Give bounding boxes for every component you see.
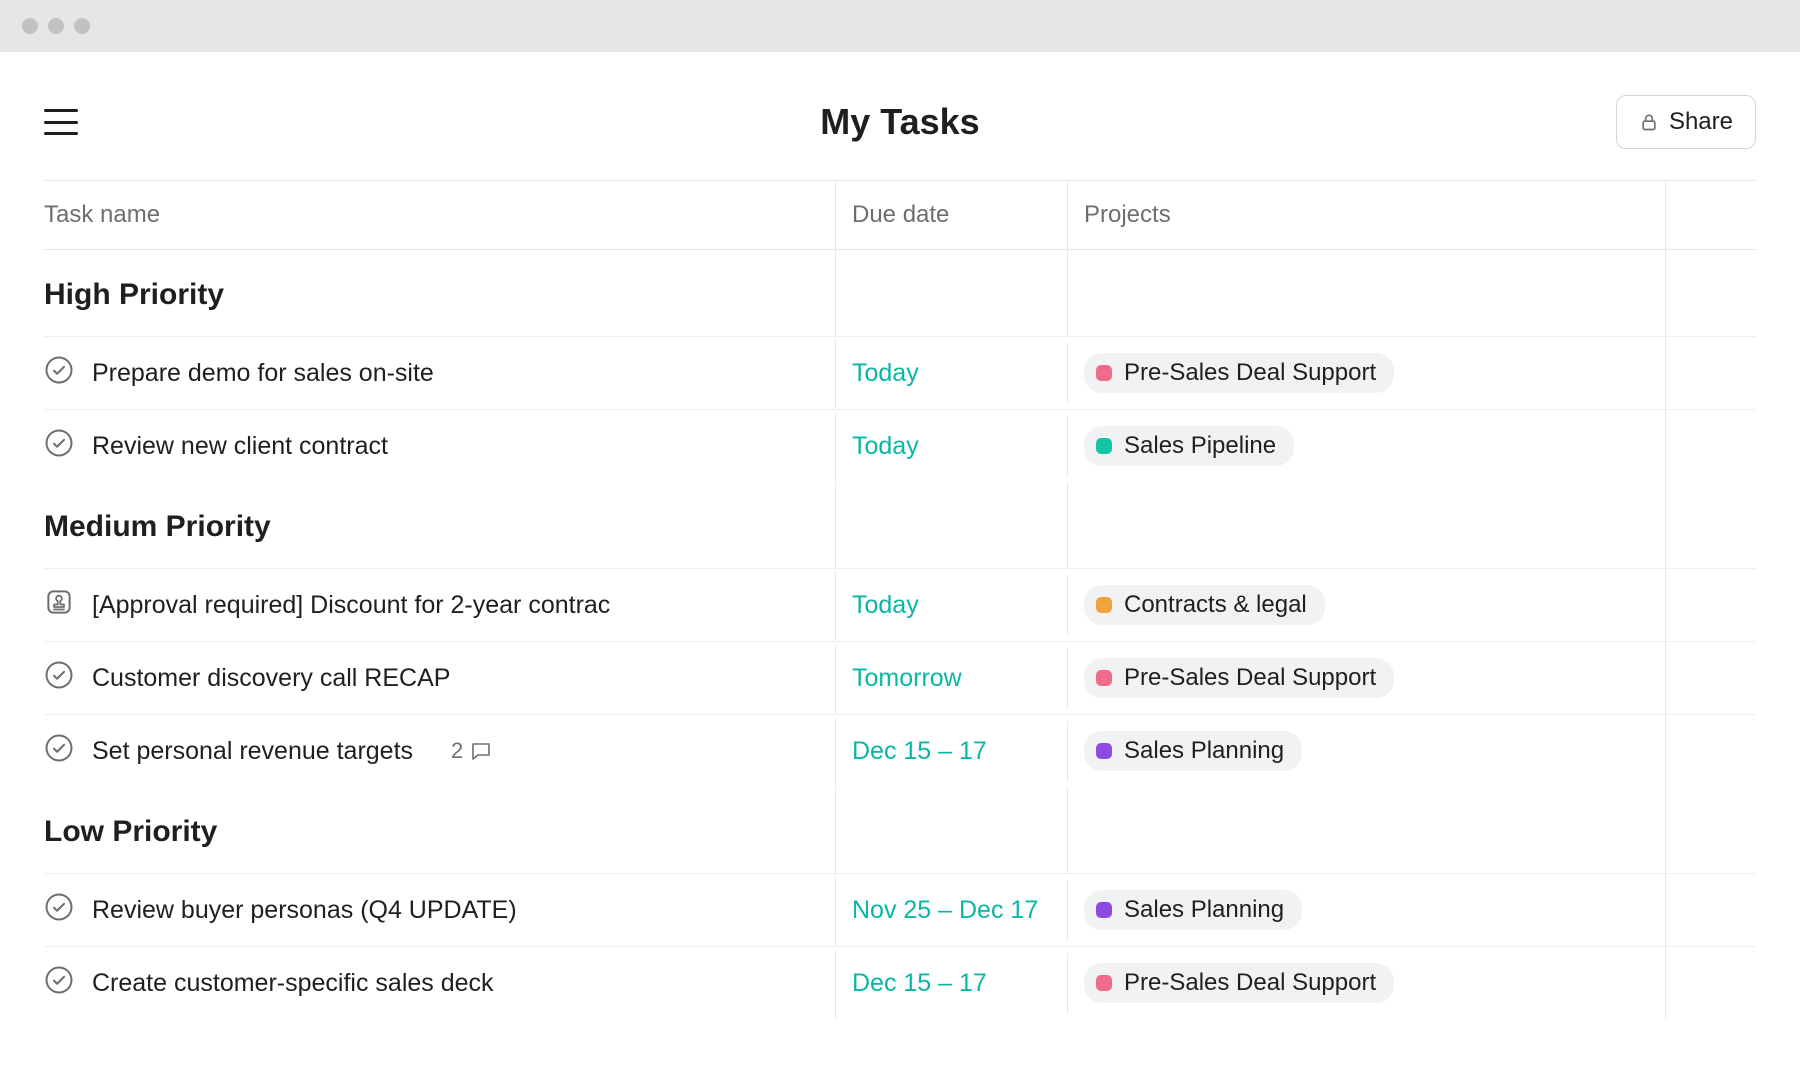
project-pill[interactable]: Sales Planning <box>1084 890 1302 930</box>
complete-toggle[interactable] <box>44 892 74 929</box>
col-due-date[interactable]: Due date <box>836 181 1068 249</box>
project-label: Contracts & legal <box>1124 591 1307 619</box>
row-extra <box>1666 735 1756 767</box>
row-extra <box>1666 357 1756 389</box>
comment-count[interactable]: 2 <box>451 738 493 764</box>
section-title: Low Priority <box>44 815 217 848</box>
task-row[interactable]: Review new client contract Today Sales P… <box>44 409 1756 482</box>
task-name: Review new client contract <box>92 432 388 461</box>
project-pill[interactable]: Pre-Sales Deal Support <box>1084 963 1394 1003</box>
task-row[interactable]: [Approval required] Discount for 2-year … <box>44 568 1756 641</box>
share-label: Share <box>1669 108 1733 136</box>
comment-count-value: 2 <box>451 738 463 764</box>
due-date[interactable]: Nov 25 – Dec 17 <box>836 880 1068 941</box>
project-pill[interactable]: Sales Pipeline <box>1084 426 1294 466</box>
check-circle-icon <box>44 660 74 690</box>
complete-toggle[interactable] <box>44 428 74 465</box>
due-date[interactable]: Dec 15 – 17 <box>836 953 1068 1014</box>
complete-toggle[interactable] <box>44 660 74 697</box>
project-label: Pre-Sales Deal Support <box>1124 664 1376 692</box>
traffic-light-close-icon[interactable] <box>22 18 38 34</box>
share-button[interactable]: Share <box>1616 95 1756 149</box>
task-name: Create customer-specific sales deck <box>92 969 494 998</box>
menu-icon[interactable] <box>44 109 78 135</box>
project-color-icon <box>1096 975 1112 991</box>
project-color-icon <box>1096 597 1112 613</box>
due-date[interactable]: Today <box>836 416 1068 477</box>
project-color-icon <box>1096 902 1112 918</box>
task-name: Set personal revenue targets <box>92 737 413 766</box>
task-name: Review buyer personas (Q4 UPDATE) <box>92 896 517 925</box>
section-header[interactable]: Low Priority <box>44 787 1756 873</box>
check-circle-icon <box>44 892 74 922</box>
due-date[interactable]: Dec 15 – 17 <box>836 721 1068 782</box>
project-color-icon <box>1096 438 1112 454</box>
complete-toggle[interactable] <box>44 587 74 624</box>
project-label: Sales Pipeline <box>1124 432 1276 460</box>
project-label: Sales Planning <box>1124 896 1284 924</box>
check-circle-icon <box>44 733 74 763</box>
task-name: [Approval required] Discount for 2-year … <box>92 591 610 620</box>
due-date[interactable]: Today <box>836 575 1068 636</box>
task-row[interactable]: Create customer-specific sales deck Dec … <box>44 946 1756 1019</box>
project-label: Pre-Sales Deal Support <box>1124 359 1376 387</box>
project-label: Pre-Sales Deal Support <box>1124 969 1376 997</box>
page-header: My Tasks Share <box>44 92 1756 152</box>
project-color-icon <box>1096 670 1112 686</box>
comment-icon <box>469 739 493 763</box>
section-header[interactable]: High Priority <box>44 250 1756 336</box>
row-extra <box>1666 894 1756 926</box>
section-header[interactable]: Medium Priority <box>44 482 1756 568</box>
section-title: High Priority <box>44 278 224 311</box>
task-row[interactable]: Customer discovery call RECAP Tomorrow P… <box>44 641 1756 714</box>
project-pill[interactable]: Pre-Sales Deal Support <box>1084 353 1394 393</box>
page-title: My Tasks <box>820 101 979 143</box>
row-extra <box>1666 430 1756 462</box>
task-table: Task name Due date Projects High Priorit… <box>44 180 1756 1019</box>
check-circle-icon <box>44 965 74 995</box>
check-circle-icon <box>44 355 74 385</box>
project-label: Sales Planning <box>1124 737 1284 765</box>
due-date[interactable]: Tomorrow <box>836 648 1068 709</box>
task-row[interactable]: Set personal revenue targets 2 Dec 15 – … <box>44 714 1756 787</box>
col-extra <box>1666 181 1756 249</box>
row-extra <box>1666 589 1756 621</box>
col-task-name[interactable]: Task name <box>44 181 836 249</box>
project-pill[interactable]: Pre-Sales Deal Support <box>1084 658 1394 698</box>
complete-toggle[interactable] <box>44 733 74 770</box>
project-color-icon <box>1096 743 1112 759</box>
approval-stamp-icon <box>44 587 74 617</box>
complete-toggle[interactable] <box>44 355 74 392</box>
project-pill[interactable]: Contracts & legal <box>1084 585 1325 625</box>
task-row[interactable]: Review buyer personas (Q4 UPDATE) Nov 25… <box>44 873 1756 946</box>
check-circle-icon <box>44 428 74 458</box>
row-extra <box>1666 967 1756 999</box>
traffic-light-max-icon[interactable] <box>74 18 90 34</box>
traffic-light-min-icon[interactable] <box>48 18 64 34</box>
task-name: Prepare demo for sales on-site <box>92 359 434 388</box>
row-extra <box>1666 662 1756 694</box>
complete-toggle[interactable] <box>44 965 74 1002</box>
due-date[interactable]: Today <box>836 343 1068 404</box>
project-color-icon <box>1096 365 1112 381</box>
task-name: Customer discovery call RECAP <box>92 664 450 693</box>
project-pill[interactable]: Sales Planning <box>1084 731 1302 771</box>
task-row[interactable]: Prepare demo for sales on-site Today Pre… <box>44 336 1756 409</box>
section-title: Medium Priority <box>44 510 271 543</box>
window-titlebar <box>0 0 1800 52</box>
lock-icon <box>1639 112 1659 132</box>
col-projects[interactable]: Projects <box>1068 181 1666 249</box>
table-header: Task name Due date Projects <box>44 181 1756 250</box>
